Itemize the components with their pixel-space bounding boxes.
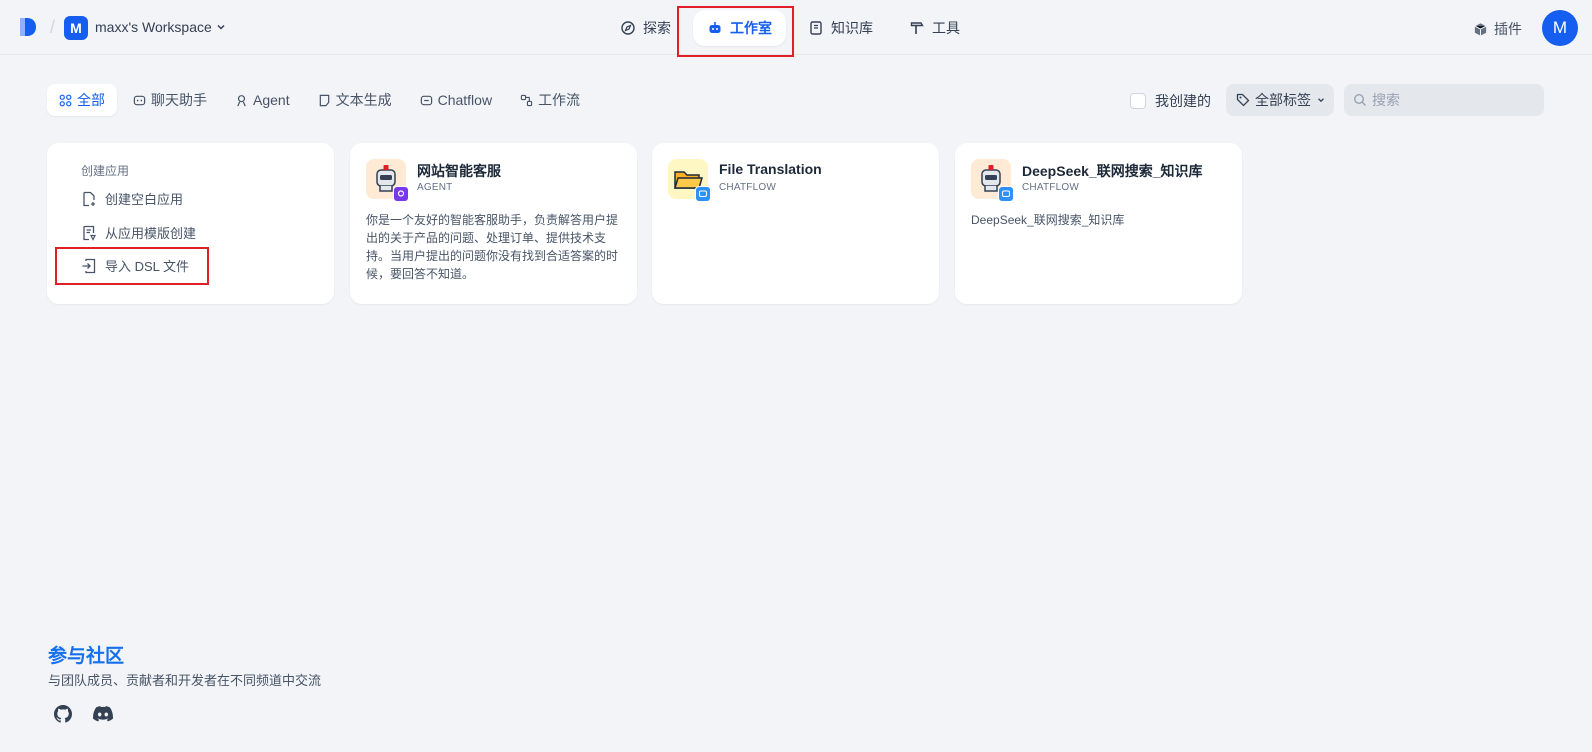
github-link[interactable] xyxy=(52,703,74,725)
workspace-name: maxx's Workspace xyxy=(95,19,212,35)
app-description: DeepSeek_联网搜索_知识库 xyxy=(971,213,1125,227)
filter-tab-text-gen-label: 文本生成 xyxy=(335,92,392,108)
chat-bot-icon xyxy=(133,95,146,105)
template-icon xyxy=(83,225,96,241)
discord-icon xyxy=(93,706,113,722)
highlight-box-studio xyxy=(677,6,794,57)
filter-tab-workflow[interactable]: 工作流 xyxy=(508,84,592,116)
filter-tab-agent-label: Agent xyxy=(253,92,290,108)
book-icon xyxy=(810,21,822,35)
created-by-me-filter[interactable]: 我创建的 xyxy=(1130,91,1211,111)
filter-tab-chatflow[interactable]: Chatflow xyxy=(408,84,504,116)
breadcrumb-separator: / xyxy=(50,17,56,37)
app-name: 网站智能客服 xyxy=(417,163,501,179)
agent-icon xyxy=(237,94,246,106)
create-app-title: 创建应用 xyxy=(81,164,130,178)
filter-tab-chat[interactable]: 聊天助手 xyxy=(121,84,219,116)
filter-tab-chat-label: 聊天助手 xyxy=(151,92,207,108)
top-header: / M maxx's Workspace 探索 工作室 知识库 工具 插件 M xyxy=(0,0,1592,55)
community-title: 参与社区 xyxy=(48,646,125,667)
note-icon xyxy=(319,94,329,106)
app-card[interactable]: File Translation CHATFLOW xyxy=(652,143,939,304)
discord-link[interactable] xyxy=(92,703,114,725)
app-type: CHATFLOW xyxy=(1022,182,1079,193)
nav-explore-label: 探索 xyxy=(643,20,671,36)
folder-avatar-icon xyxy=(668,159,711,202)
chatflow-badge-icon xyxy=(998,186,1014,202)
workspace-switcher[interactable]: maxx's Workspace xyxy=(95,19,227,35)
search-input[interactable] xyxy=(1344,84,1544,116)
create-blank-app-label: 创建空白应用 xyxy=(105,192,184,207)
grid-icon xyxy=(59,94,72,106)
nav-knowledge-label: 知识库 xyxy=(831,20,873,36)
file-plus-icon xyxy=(83,191,95,206)
chevron-down-icon xyxy=(217,24,225,30)
community-description: 与团队成员、贡献者和开发者在不同频道中交流 xyxy=(48,673,322,688)
highlight-box-import-dsl xyxy=(55,247,209,285)
filter-tab-agent[interactable]: Agent xyxy=(223,84,302,116)
chatflow-badge-icon xyxy=(695,186,711,202)
cube-icon xyxy=(1474,22,1487,36)
github-icon xyxy=(54,705,72,723)
workspace-badge[interactable]: M xyxy=(64,16,88,40)
plugin-label: 插件 xyxy=(1494,21,1522,37)
create-blank-app[interactable]: 创建空白应用 xyxy=(81,189,183,208)
created-by-me-label: 我创建的 xyxy=(1155,93,1211,109)
filter-tab-all-label: 全部 xyxy=(77,92,105,108)
chevron-down-icon xyxy=(1318,98,1324,103)
plugin-button[interactable]: 插件 xyxy=(1473,19,1522,39)
robot-avatar-icon xyxy=(971,159,1014,202)
filter-tab-workflow-label: 工作流 xyxy=(538,92,581,108)
nav-explore[interactable]: 探索 xyxy=(606,10,685,46)
filter-tab-text-gen[interactable]: 文本生成 xyxy=(306,84,404,116)
workflow-icon xyxy=(520,94,533,106)
robot-avatar-icon xyxy=(366,159,409,202)
app-card[interactable]: DeepSeek_联网搜索_知识库 CHATFLOW DeepSeek_联网搜索… xyxy=(955,143,1242,304)
tags-filter-label: 全部标签 xyxy=(1255,92,1311,108)
app-type: CHATFLOW xyxy=(719,182,776,193)
create-from-template-label: 从应用模版创建 xyxy=(105,226,197,241)
nav-tools[interactable]: 工具 xyxy=(895,10,974,46)
app-name: DeepSeek_联网搜索_知识库 xyxy=(1022,163,1203,179)
hammer-icon xyxy=(910,22,924,34)
app-type: AGENT xyxy=(417,182,453,193)
nav-tools-label: 工具 xyxy=(932,20,960,36)
created-by-me-checkbox[interactable] xyxy=(1130,93,1146,109)
user-avatar[interactable]: M xyxy=(1542,10,1578,46)
filter-tab-chatflow-label: Chatflow xyxy=(437,92,493,108)
create-from-template[interactable]: 从应用模版创建 xyxy=(81,223,196,242)
app-card[interactable]: 网站智能客服 AGENT 你是一个友好的智能客服助手，负责解答用户提出的关于产品… xyxy=(350,143,637,304)
nav-knowledge[interactable]: 知识库 xyxy=(794,10,887,46)
app-description: 你是一个友好的智能客服助手，负责解答用户提出的关于产品的问题、处理订单、提供技术… xyxy=(366,213,619,281)
app-filter-tabs: 全部 聊天助手 Agent 文本生成 Chatflow 工作流 xyxy=(47,84,592,116)
search-icon xyxy=(1353,93,1366,106)
dify-logo-icon[interactable] xyxy=(18,16,38,38)
chatflow-icon xyxy=(420,95,432,105)
filter-tab-all[interactable]: 全部 xyxy=(47,84,117,116)
tag-icon xyxy=(1236,93,1250,107)
compass-icon xyxy=(621,21,635,35)
tags-filter-dropdown[interactable]: 全部标签 xyxy=(1226,84,1334,116)
app-name: File Translation xyxy=(719,161,822,177)
agent-badge-icon xyxy=(393,186,409,202)
